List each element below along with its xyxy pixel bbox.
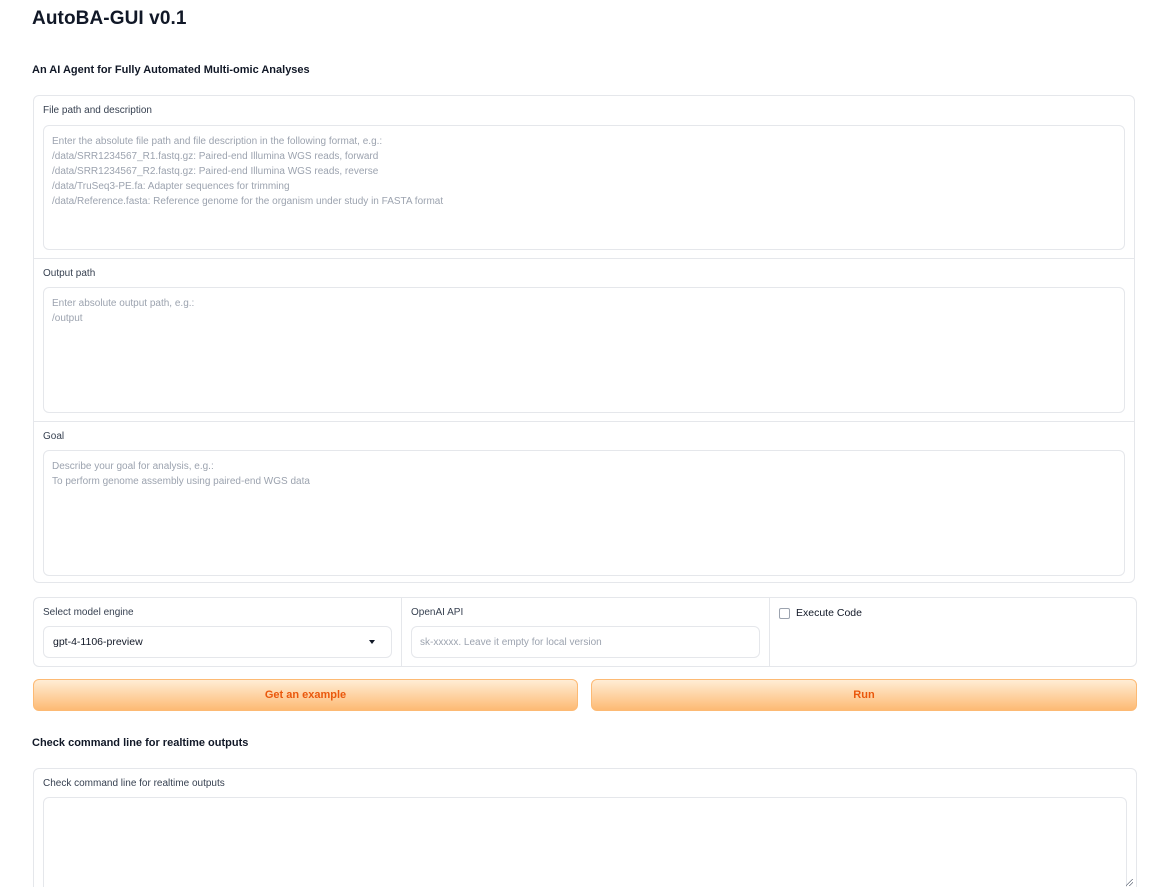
goal-block: Goal Describe your goal for analysis, e.… xyxy=(34,421,1134,582)
openai-api-cell: OpenAI API xyxy=(401,598,769,666)
goal-label: Goal xyxy=(43,431,65,442)
execute-code-cell: Execute Code xyxy=(769,598,1136,666)
openai-api-input[interactable] xyxy=(411,626,760,658)
model-engine-selected: gpt-4-1106-preview xyxy=(53,636,143,648)
output-group: Check command line for realtime outputs xyxy=(33,768,1137,887)
model-engine-dropdown[interactable]: gpt-4-1106-preview xyxy=(43,626,392,658)
app-title: AutoBA-GUI v0.1 xyxy=(32,8,187,29)
file-path-label: File path and description xyxy=(43,105,152,116)
model-engine-cell: Select model engine gpt-4-1106-preview xyxy=(34,598,401,666)
input-form-group: File path and description Enter the abso… xyxy=(33,95,1135,583)
output-section-heading: Check command line for realtime outputs xyxy=(32,737,249,749)
output-label: Check command line for realtime outputs xyxy=(43,778,225,789)
settings-row: Select model engine gpt-4-1106-preview O… xyxy=(33,597,1137,667)
chevron-down-icon xyxy=(369,640,375,644)
model-engine-label: Select model engine xyxy=(43,607,134,618)
resize-handle-icon[interactable] xyxy=(1126,879,1133,886)
execute-code-checkbox[interactable] xyxy=(779,607,790,619)
goal-textarea[interactable]: Describe your goal for analysis, e.g.: T… xyxy=(43,450,1125,576)
output-path-label: Output path xyxy=(43,268,96,279)
output-textarea[interactable] xyxy=(43,797,1127,887)
openai-api-label: OpenAI API xyxy=(411,607,464,618)
output-path-block: Output path Enter absolute output path, … xyxy=(34,258,1134,421)
file-path-block: File path and description Enter the abso… xyxy=(34,96,1134,258)
get-example-button[interactable]: Get an example xyxy=(33,679,578,711)
execute-code-checkbox-wrapper[interactable]: Execute Code xyxy=(779,607,862,619)
autoba-gui-page: AutoBA-GUI v0.1 An AI Agent for Fully Au… xyxy=(0,0,1169,887)
output-path-textarea[interactable]: Enter absolute output path, e.g.: /outpu… xyxy=(43,287,1125,413)
file-path-textarea[interactable]: Enter the absolute file path and file de… xyxy=(43,125,1125,250)
run-button[interactable]: Run xyxy=(591,679,1137,711)
execute-code-label: Execute Code xyxy=(796,607,862,619)
app-subtitle: An AI Agent for Fully Automated Multi-om… xyxy=(32,64,310,76)
